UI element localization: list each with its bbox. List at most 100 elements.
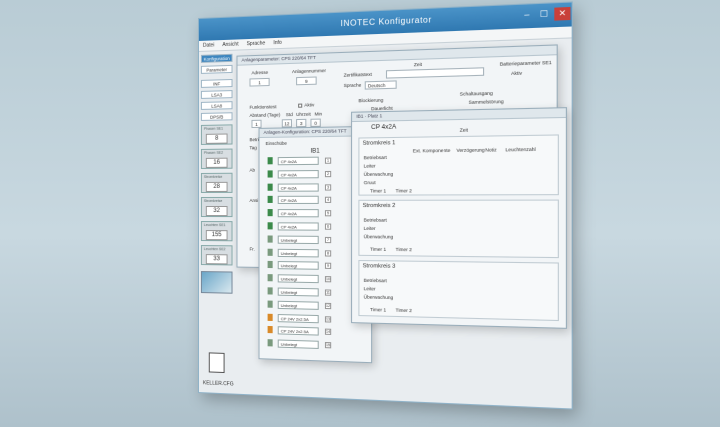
- menu-sprache[interactable]: Sprache: [247, 40, 266, 47]
- timer1-label[interactable]: Timer 1: [370, 188, 386, 193]
- slot-select[interactable]: Unbelegt: [277, 248, 319, 258]
- window-title: INOTEC Konfigurator: [340, 15, 432, 29]
- slot-select[interactable]: Unbelegt: [277, 261, 319, 271]
- sidebar-inf[interactable]: INF: [200, 78, 233, 88]
- menu-ansicht[interactable]: Ansicht: [222, 41, 238, 48]
- slot-module-icon: [267, 183, 273, 191]
- platz-panel: IB1 · Platz 1 CP 4x2A Zeit Stromkreis 1 …: [351, 107, 567, 329]
- slot-number[interactable]: 15: [324, 342, 332, 349]
- slot-module-icon: [267, 274, 273, 282]
- slot-select[interactable]: CP 4x2A: [277, 209, 319, 218]
- slot-module-icon: [267, 313, 273, 321]
- counter-box: Leuchten SE1 155: [200, 221, 233, 242]
- slot-number[interactable]: 1: [324, 157, 332, 164]
- slot-select[interactable]: CP 4x2A: [277, 196, 319, 205]
- timer1-label[interactable]: Timer 1: [370, 247, 386, 252]
- file-name: KELLER.CFG: [202, 380, 234, 388]
- row-gruut: Gruut: [363, 179, 376, 186]
- counter-label: Stromkreise: [203, 174, 223, 179]
- slot-number[interactable]: 12: [324, 302, 332, 309]
- schalt-label: Schaltausgang: [459, 90, 493, 97]
- stromkreis-1: Stromkreis 1 Ext. Komponente Verzögerung…: [358, 134, 559, 196]
- counter-box: Leuchten SE2 33: [200, 245, 233, 266]
- slot-select[interactable]: CP 4x2A: [277, 156, 319, 166]
- slot-module-icon: [267, 248, 273, 256]
- menu-datei[interactable]: Datei: [203, 42, 214, 48]
- adresse-field[interactable]: 1: [249, 77, 270, 87]
- slot-number[interactable]: 9: [324, 263, 332, 270]
- battery-option[interactable]: Aktiv: [511, 70, 522, 76]
- slot-number[interactable]: 10: [324, 276, 332, 283]
- sidebar-lsa8[interactable]: LSA8: [200, 101, 233, 110]
- minimize-button[interactable]: –: [519, 8, 535, 22]
- slot-number[interactable]: 4: [324, 197, 332, 204]
- counter-value: 16: [205, 157, 228, 168]
- counter-label: Leuchten SE1: [203, 223, 226, 228]
- slot-module-icon: [267, 326, 273, 334]
- slot-select[interactable]: CP 4x2A: [277, 169, 319, 179]
- slot-number[interactable]: 11: [324, 289, 332, 296]
- timer1-label[interactable]: Timer 1: [370, 307, 386, 313]
- counter-box: Stromkreise 28: [200, 172, 233, 193]
- aktiv-checkbox[interactable]: [298, 103, 303, 108]
- sprache-select[interactable]: Deutsch: [364, 80, 397, 90]
- menu-info[interactable]: Info: [273, 40, 281, 46]
- slot-number[interactable]: 7: [324, 236, 332, 243]
- slot-number[interactable]: 8: [324, 249, 332, 257]
- counter-label: Phasen SE1: [203, 126, 224, 131]
- sidebar-lsa3[interactable]: LSA3: [200, 90, 233, 99]
- uhrzeit-field[interactable]: 3: [296, 118, 307, 128]
- timer2-label[interactable]: Timer 2: [396, 188, 412, 193]
- stromkreis-3: Stromkreis 3 Betriebsart Leiter Überwach…: [358, 259, 559, 322]
- counter-box: Stromkreise 32: [200, 196, 233, 218]
- slot-module-icon: [267, 222, 273, 230]
- col-leuchten: Leuchtenzahl: [505, 146, 536, 153]
- zertifikat-field[interactable]: [385, 67, 485, 79]
- slot-select[interactable]: CP 24V 2x2.5A: [277, 313, 319, 323]
- uhrzeit-label: Uhrzeit: [296, 111, 311, 117]
- maximize-button[interactable]: ☐: [536, 8, 552, 22]
- slot-number[interactable]: 13: [324, 315, 332, 323]
- timer2-label[interactable]: Timer 2: [396, 247, 412, 252]
- close-button[interactable]: ✕: [554, 6, 571, 21]
- blockierung-label: Blockierung: [358, 97, 384, 104]
- col-verz: Verzögerung: [456, 147, 485, 153]
- slot-select[interactable]: CP 4x2A: [277, 182, 319, 192]
- sidebar-dpsb[interactable]: DPS/B: [200, 112, 233, 121]
- exit-icon[interactable]: [208, 352, 225, 374]
- slot-number[interactable]: 2: [324, 170, 332, 177]
- row-leiter: Leiter: [363, 163, 376, 169]
- timer2-label[interactable]: Timer 2: [396, 308, 412, 314]
- slot-module-icon: [267, 235, 273, 243]
- slot-number[interactable]: 5: [324, 210, 332, 217]
- nummer-field[interactable]: 9: [296, 76, 317, 86]
- slot-select[interactable]: Unbelegt: [277, 287, 319, 297]
- nummer-label: Anlagennummer: [291, 67, 327, 75]
- counter-box: Phasen SE1 8: [200, 124, 233, 145]
- sprache-label: Sprache: [343, 82, 362, 89]
- fr-label: Fr.: [249, 246, 255, 252]
- sidebar-parameter[interactable]: Parameter: [200, 64, 233, 74]
- sidebar-konfiguration[interactable]: Konfiguration: [200, 53, 233, 63]
- slot-number[interactable]: 14: [324, 328, 332, 336]
- slot-select[interactable]: Unbelegt: [277, 235, 319, 244]
- slot-module-icon: [267, 209, 273, 217]
- slot-select[interactable]: Unbelegt: [277, 300, 319, 310]
- min-field[interactable]: 0: [310, 118, 321, 127]
- abstand-label: Abstand (Tage): [249, 112, 281, 118]
- slot-select[interactable]: Unbelegt: [277, 339, 319, 350]
- row-ueberwachung: Überwachung: [363, 171, 394, 177]
- counter-value: 28: [205, 181, 228, 192]
- slot-number[interactable]: 3: [324, 183, 332, 191]
- slot-select[interactable]: Unbelegt: [277, 274, 319, 284]
- abstand-field[interactable]: 1: [251, 119, 262, 129]
- row-leiter: Leiter: [363, 286, 376, 292]
- slot-number[interactable]: 6: [324, 223, 332, 230]
- funktionstest-label: Funktionstest: [249, 104, 277, 110]
- min-label: Min: [314, 111, 323, 117]
- slot-select[interactable]: CP 24V 2x2.5A: [277, 326, 319, 337]
- slot-select[interactable]: CP 4x2A: [277, 222, 319, 231]
- stage: INOTEC Konfigurator – ☐ ✕ Datei Ansicht …: [0, 0, 720, 427]
- std-field[interactable]: 12: [281, 119, 292, 128]
- row-betriebsart: Betriebsart: [363, 277, 387, 284]
